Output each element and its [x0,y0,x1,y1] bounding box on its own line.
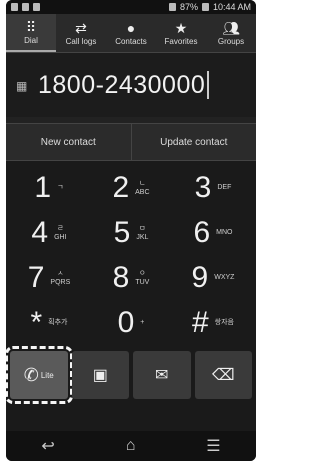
key-letters: MNO [216,229,233,236]
tab-call-logs[interactable]: ⇄ Call logs [56,14,106,52]
update-contact-button[interactable]: Update contact [130,124,257,160]
key-sub: 쌍자음 [214,319,234,326]
new-contact-button[interactable]: New contact [6,124,131,160]
tab-contacts[interactable]: ● Contacts [106,14,156,52]
key-4[interactable]: 4 ㄹ GHI [8,210,90,255]
key-letters: JKL [136,233,149,241]
tab-label: Groups [217,36,245,46]
key-sub: ㄴ [139,179,146,187]
star-icon: ★ [174,19,188,36]
key-sub: ㄱ [57,184,64,191]
tab-favorites[interactable]: ★ Favorites [156,14,206,52]
notification-icon [22,3,29,11]
key-letters: GHI [54,233,67,241]
bottom-actions: ✆ Lite ▣ ✉ ⌫ [6,345,256,404]
battery-icon [201,3,209,11]
key-digit: * [30,305,43,339]
key-sub: ㅁ [139,224,146,232]
key-sub: + [140,319,145,326]
tab-label: Contacts [115,36,147,46]
home-icon[interactable]: ⌂ [126,437,136,455]
call-button[interactable]: ✆ Lite [6,346,73,404]
key-digit: 9 [191,260,209,294]
person-icon: ● [126,19,136,36]
video-call-button[interactable]: ▣ [71,351,129,399]
tab-groups[interactable]: 👥︎ Groups [206,14,256,52]
backspace-icon: ⌫ [211,367,235,384]
tab-label: Call logs [65,36,97,46]
key-digit: 7 [27,260,45,294]
key-digit: 1 [34,170,52,204]
key-6[interactable]: 6 MNO [172,210,254,255]
signal-icon [168,3,176,11]
video-call-icon: ▣ [92,367,108,384]
envelope-icon: ✉ [155,367,169,384]
menu-icon[interactable]: ☰ [206,436,220,456]
message-button[interactable]: ✉ [133,351,191,399]
key-letters: DEF [217,184,232,191]
keypad-icon: ⠿ [25,18,37,35]
notification-icon [33,3,40,11]
tab-bar: ⠿ Dial ⇄ Call logs ● Contacts ★ Favorite… [6,14,256,53]
key-sub: ㅇ [139,269,146,277]
back-icon[interactable]: ↩ [41,436,54,456]
tab-label: Dial [24,35,38,45]
key-letters: PQRS [50,278,71,286]
key-3[interactable]: 3 DEF [172,165,254,210]
dialer-screen: 87% 10:44 AM ⠿ Dial ⇄ Call logs ● Contac… [6,0,256,461]
dialpad: 1 ㄱ 2 ㄴ ABC 3 DEF 4 ㄹ GHI 5 ㅁ JKL 6 MNO 7 ㅅ… [6,161,256,345]
key-digit: 2 [112,170,130,204]
key-0[interactable]: 0 + [90,300,172,345]
battery-percent: 87% [179,2,198,12]
text-cursor [207,71,210,99]
navigation-bar: ↩ ⌂ ☰ [6,431,256,461]
key-digit: 3 [194,170,212,204]
key-5[interactable]: 5 ㅁ JKL [90,210,172,255]
key-2[interactable]: 2 ㄴ ABC [90,165,172,210]
key-1[interactable]: 1 ㄱ [8,165,90,210]
key-digit: 5 [113,215,131,249]
group-icon: 👥︎ [222,19,240,36]
key-sub: ㅅ [57,269,64,277]
key-7[interactable]: 7 ㅅ PQRS [8,255,90,300]
key-sub: ㄹ [57,224,64,232]
key-digit: 8 [112,260,130,294]
key-star[interactable]: * 획추가 [8,300,90,345]
key-letters: ABC [135,188,150,196]
key-letters: TUV [135,278,150,286]
key-8[interactable]: 8 ㅇ TUV [90,255,172,300]
key-digit: 6 [193,215,211,249]
key-hash[interactable]: # 쌍자음 [172,300,254,345]
number-display[interactable]: ▦ 1800-2430000 [6,53,256,117]
key-digit: # [191,305,209,339]
call-lite-label: Lite [40,370,54,380]
key-sub: 획추가 [48,319,68,326]
key-9[interactable]: 9 WXYZ [172,255,254,300]
key-digit: 0 [117,305,135,339]
dialpad-toggle-icon[interactable]: ▦ [16,79,30,93]
notification-icon [11,3,18,11]
tab-dial[interactable]: ⠿ Dial [6,14,56,52]
status-bar: 87% 10:44 AM [6,0,256,14]
key-digit: 4 [31,215,49,249]
dialed-number: 1800-2430000 [38,70,206,99]
contact-actions: New contact Update contact [6,123,256,161]
phone-icon: ✆ [23,364,39,385]
clock: 10:44 AM [212,2,251,12]
backspace-button[interactable]: ⌫ [194,351,252,399]
key-letters: WXYZ [214,274,235,281]
swap-icon: ⇄ [75,19,87,36]
tab-label: Favorites [164,36,198,46]
